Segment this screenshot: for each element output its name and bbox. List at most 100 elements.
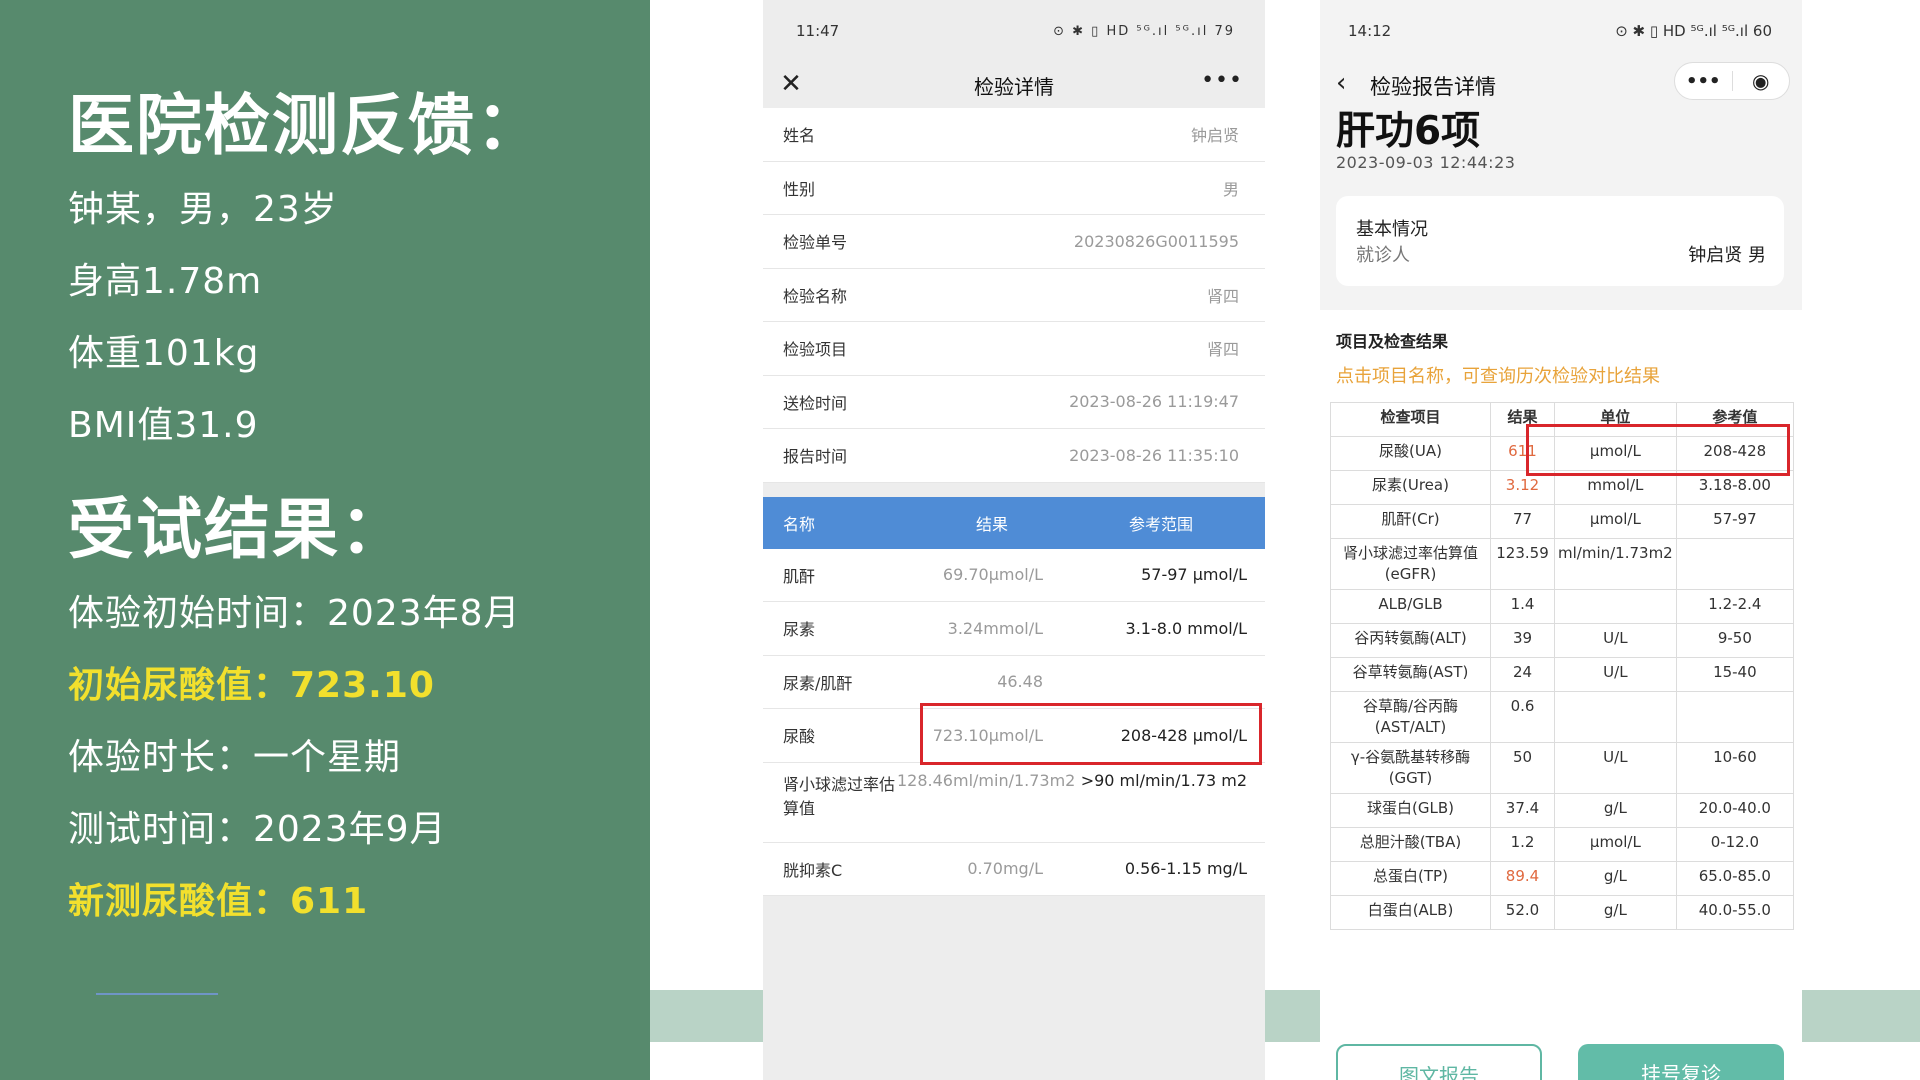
cell-result: 46.48: [997, 672, 1043, 692]
info-key: 性别: [783, 179, 816, 199]
cell-item[interactable]: 谷丙转氨酶(ALT): [1330, 623, 1491, 658]
highlight-box: [920, 703, 1262, 765]
history-hint[interactable]: 点击项目名称，可查询历次检验对比结果: [1336, 362, 1660, 388]
cell-result: 0.6: [1490, 691, 1555, 743]
cell-range: 57-97 μmol/L: [1141, 565, 1247, 585]
info-value: 肾四: [1206, 340, 1239, 360]
cell-result: 50: [1490, 742, 1555, 794]
close-icon[interactable]: ✕: [777, 70, 805, 98]
cell-ref: 15-40: [1675, 657, 1795, 692]
table-row[interactable]: 总蛋白(TP) 89.4 g/L 65.0-85.0: [1330, 861, 1795, 896]
cell-item[interactable]: 尿素(Urea): [1330, 470, 1491, 505]
highlight-box: [1526, 424, 1790, 476]
table-row[interactable]: 谷丙转氨酶(ALT) 39 U/L 9-50: [1330, 623, 1795, 658]
cell-unit: [1554, 691, 1677, 743]
table-row[interactable]: 谷草酶/谷丙酶(AST/ALT) 0.6: [1330, 691, 1795, 743]
phone-screenshot-2: 14:12 ⊙ ✱ ▯ HD ⁵ᴳ.ıl ⁵ᴳ.ıl 60 ‹ 检验报告详情 •…: [1320, 0, 1802, 1080]
cell-ref: 9-50: [1675, 623, 1795, 658]
col-range: 参考范围: [1128, 514, 1193, 534]
cell-result: 123.59: [1490, 538, 1555, 590]
decor-band: [650, 990, 763, 1042]
cell-result: 1.2: [1490, 827, 1555, 862]
card-value: 钟启贤 男: [1688, 245, 1766, 266]
cell-ref: [1675, 691, 1795, 743]
start-time: 体验初始时间：2023年8月: [68, 593, 521, 634]
test-time: 测试时间：2023年9月: [68, 809, 447, 850]
table-row[interactable]: 谷草转氨酶(AST) 24 U/L 15-40: [1330, 657, 1795, 692]
cell-unit: g/L: [1554, 895, 1677, 930]
cell-item[interactable]: ALB/GLB: [1330, 589, 1491, 624]
page-title: 检验报告详情: [1370, 75, 1496, 99]
cell-name: 尿酸: [783, 727, 816, 747]
info-key: 检验项目: [783, 340, 848, 360]
cell-unit: U/L: [1554, 623, 1677, 658]
table-row[interactable]: 球蛋白(GLB) 37.4 g/L 20.0-40.0: [1330, 793, 1795, 828]
info-row: 性别 男: [763, 162, 1265, 215]
more-icon[interactable]: •••: [1675, 71, 1732, 92]
info-value: 男: [1222, 179, 1239, 199]
table-row[interactable]: 总胆汁酸(TBA) 1.2 μmol/L 0-12.0: [1330, 827, 1795, 862]
cell-item[interactable]: 总蛋白(TP): [1330, 861, 1491, 896]
back-icon[interactable]: ‹: [1336, 68, 1346, 98]
table-row[interactable]: 白蛋白(ALB) 52.0 g/L 40.0-55.0: [1330, 895, 1795, 930]
info-value: 20230826G0011595: [1073, 231, 1239, 251]
status-time: 11:47: [796, 22, 840, 40]
cell-ref: 20.0-40.0: [1675, 793, 1795, 828]
cell-result: 0.70mg/L: [967, 859, 1043, 879]
page-title: 检验详情: [974, 74, 1054, 99]
basic-info-card: 基本情况 就诊人 钟启贤 男: [1336, 196, 1784, 286]
cell-unit: U/L: [1554, 657, 1677, 692]
cell-item[interactable]: 肾小球滤过率估算值(eGFR): [1330, 538, 1491, 590]
cell-item[interactable]: 球蛋白(GLB): [1330, 793, 1491, 828]
cell-result: 69.70μmol/L: [942, 565, 1043, 585]
target-icon[interactable]: ◉: [1733, 69, 1790, 93]
report-time: 2023-09-03 12:44:23: [1336, 153, 1516, 172]
table-row: 尿素/肌酐 46.48: [763, 656, 1265, 709]
feedback-heading: 医院检测反馈：: [68, 87, 544, 164]
table-row[interactable]: 肾小球滤过率估算值(eGFR) 123.59 ml/min/1.73m2: [1330, 538, 1795, 590]
result-table: 名称 结果 参考范围 肌酐 69.70μmol/L 57-97 μmol/L 尿素 3.…: [763, 496, 1265, 896]
cell-item[interactable]: γ-谷氨酰基转移酶(GGT): [1330, 742, 1491, 794]
more-icon[interactable]: •••: [1201, 68, 1243, 93]
status-bar: 11:47 ⊙ ✱ ▯ HD ⁵ᴳ.ıl ⁵ᴳ.ıl 79: [763, 0, 1265, 62]
cell-unit: μmol/L: [1554, 504, 1677, 539]
cell-range: 3.1-8.0 mmol/L: [1125, 618, 1247, 638]
info-key: 检验单号: [783, 233, 848, 253]
summary-panel: 医院检测反馈： 钟某，男，23岁 身高1.78m 体重101kg BMI值31.…: [0, 0, 650, 1080]
cell-item[interactable]: 总胆汁酸(TBA): [1330, 827, 1491, 862]
divider: [96, 993, 218, 995]
revisit-button[interactable]: 挂号复诊: [1578, 1044, 1784, 1080]
cell-name: 肾小球滤过率估算值: [783, 774, 896, 818]
status-bar: 14:12 ⊙ ✱ ▯ HD ⁵ᴳ.ıl ⁵ᴳ.ıl 60: [1320, 0, 1802, 62]
table-row: 肾小球滤过率估算值 128.46ml/min/1.73m2 >90 ml/min/1…: [763, 763, 1265, 843]
table-row[interactable]: γ-谷氨酰基转移酶(GGT) 50 U/L 10-60: [1330, 742, 1795, 794]
table-row: 尿素 3.24mmol/L 3.1-8.0 mmol/L: [763, 602, 1265, 656]
cell-name: 胱抑素C: [783, 860, 843, 880]
table-row[interactable]: ALB/GLB 1.4 1.2-2.4: [1330, 589, 1795, 624]
bmi-info: BMI值31.9: [68, 405, 259, 446]
card-key: 就诊人: [1356, 245, 1410, 266]
cell-range: >90 ml/min/1.73 m2: [1080, 770, 1247, 790]
info-key: 送检时间: [783, 393, 848, 413]
status-time: 14:12: [1348, 22, 1392, 40]
cell-item[interactable]: 谷草酶/谷丙酶(AST/ALT): [1330, 691, 1491, 743]
cell-result: 89.4: [1490, 861, 1555, 896]
patient-info: 钟某，男，23岁: [68, 189, 338, 230]
cell-unit: ml/min/1.73m2: [1554, 538, 1677, 590]
cell-unit: μmol/L: [1554, 827, 1677, 862]
new-uric-acid: 新测尿酸值：611: [68, 881, 369, 922]
cell-result: 77: [1490, 504, 1555, 539]
info-value: 2023-08-26 11:19:47: [1069, 392, 1239, 412]
cell-result: 37.4: [1490, 793, 1555, 828]
info-row: 检验项目 肾四: [763, 322, 1265, 376]
col-name: 名称: [783, 514, 816, 534]
cell-item[interactable]: 肌酐(Cr): [1330, 504, 1491, 539]
cell-item[interactable]: 白蛋白(ALB): [1330, 895, 1491, 930]
cell-item[interactable]: 谷草转氨酶(AST): [1330, 657, 1491, 692]
cell-result: 1.4: [1490, 589, 1555, 624]
info-value: 钟启贤: [1190, 126, 1239, 146]
table-row: 胱抑素C 0.70mg/L 0.56-1.15 mg/L: [763, 843, 1265, 896]
graphic-report-button[interactable]: 图文报告: [1336, 1044, 1542, 1080]
table-row[interactable]: 肌酐(Cr) 77 μmol/L 57-97: [1330, 504, 1795, 539]
cell-item[interactable]: 尿酸(UA): [1330, 436, 1491, 471]
